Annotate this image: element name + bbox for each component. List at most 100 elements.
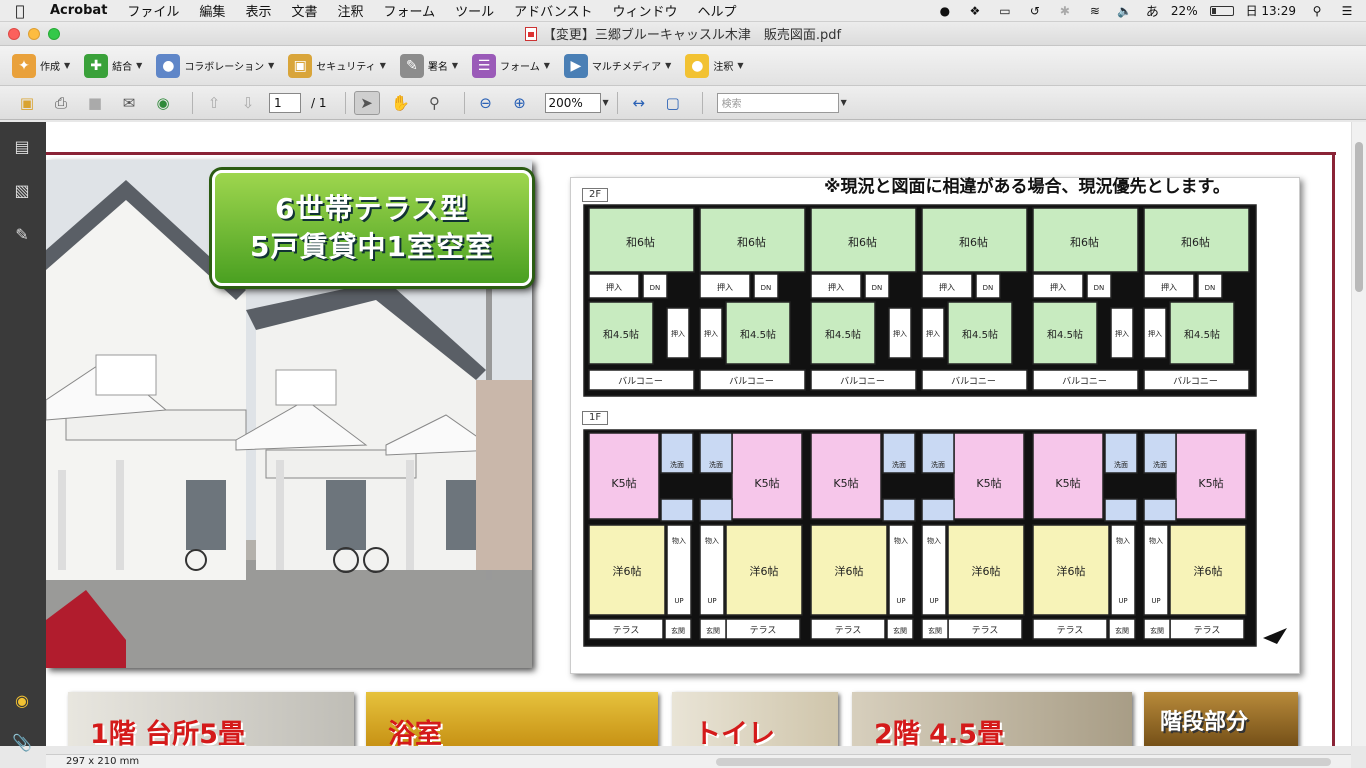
security-button[interactable]: ▣ セキュリティ ▼: [288, 53, 386, 78]
save-icon[interactable]: ■: [82, 91, 108, 115]
room-1f-genkan-label: 玄関: [893, 626, 907, 635]
spotlight-search-icon[interactable]: ⚲: [1308, 4, 1326, 18]
airplay-icon[interactable]: ▭: [996, 4, 1014, 18]
room-1f-monoire-label: 物入: [1116, 536, 1130, 545]
room-1f-genkan-label: 玄関: [1115, 626, 1129, 635]
menu-help[interactable]: ヘルプ: [688, 1, 747, 20]
menu-forms[interactable]: フォーム: [373, 1, 445, 20]
thumb-toilet-label: トイレ: [694, 719, 775, 746]
room-2f-wa45-label: 和4.5帖: [603, 328, 639, 341]
page-frame-top: [46, 152, 1336, 155]
room-2f-oshiire-label: 押入: [1161, 282, 1177, 292]
vertical-scroll-thumb[interactable]: [1355, 142, 1363, 292]
battery-icon[interactable]: [1209, 5, 1234, 16]
room-1f-up-label: UP: [929, 597, 938, 605]
navigation-pane: ▤ ▧ ✎ ◉ 📎: [0, 122, 46, 752]
room-1f-bath: [1143, 498, 1177, 522]
create-button[interactable]: ✦ 作成 ▼: [12, 53, 70, 78]
room-2f-wa6-label: 和6帖: [1070, 236, 1099, 249]
room-2f-balcony-label: バルコニー: [1062, 376, 1107, 387]
room-2f-wa45-label: 和4.5帖: [740, 328, 776, 341]
banner-line1: 6世帯テラス型: [275, 192, 469, 225]
menu-document[interactable]: 文書: [281, 1, 327, 20]
document-page[interactable]: 6世帯テラス型 5戸賃貸中1室空室 和6帖 押入 DN 和4.5帖 押入 バルコニー K5帖…: [46, 122, 1351, 746]
print-icon[interactable]: ⎙: [48, 91, 74, 115]
sign-button[interactable]: ✎ 署名 ▼: [399, 53, 458, 78]
menu-comments[interactable]: 注釈: [327, 1, 373, 20]
open-folder-icon[interactable]: ▣: [14, 91, 40, 115]
menu-tools[interactable]: ツール: [445, 1, 504, 20]
minimize-window-button[interactable]: [28, 28, 40, 40]
room-2f-closet-label: 押入: [893, 329, 907, 338]
hand-tool-icon[interactable]: ✋: [388, 91, 414, 115]
previous-page-icon[interactable]: ⇧: [201, 91, 227, 115]
comment-bubble-icon: ●: [685, 53, 710, 78]
ime-indicator[interactable]: あ: [1146, 1, 1159, 20]
room-2f-dn-label: DN: [761, 284, 772, 292]
collaboration-icon: ●: [156, 53, 181, 78]
bookmarks-panel-icon[interactable]: ▧: [10, 178, 34, 202]
menu-window[interactable]: ウィンドウ: [603, 1, 688, 20]
thumb-bath-label: 浴室: [388, 719, 442, 746]
bluetooth-icon[interactable]: ✱: [1056, 4, 1074, 18]
menu-advanced[interactable]: アドバンスト: [504, 1, 602, 20]
thumb-stairs-label: 階段部分: [1160, 710, 1249, 735]
room-1f-up-label: UP: [896, 597, 905, 605]
pages-panel-icon[interactable]: ▤: [10, 134, 34, 158]
combine-button[interactable]: ✚ 結合 ▼: [84, 53, 142, 78]
multimedia-icon: ▶: [563, 53, 588, 78]
search-input[interactable]: 検索: [716, 92, 839, 113]
room-1f-monoire-label: 物入: [705, 536, 719, 545]
room-2f-dn-label: DN: [1205, 284, 1216, 292]
room-1f-terrace-label: テラス: [972, 625, 999, 636]
room-1f-monoire-label: 物入: [927, 536, 941, 545]
attachments-panel-icon[interactable]: 📎: [10, 730, 34, 754]
fit-page-icon[interactable]: ▢: [660, 91, 686, 115]
select-tool-icon[interactable]: ➤: [353, 90, 380, 115]
apple-menu-icon[interactable]: : [0, 2, 40, 20]
next-page-icon[interactable]: ⇩: [235, 91, 261, 115]
room-2f-oshiire-label: 押入: [1050, 282, 1066, 292]
menubar-clock[interactable]: 日 13:29: [1246, 2, 1296, 19]
web-icon[interactable]: ◉: [150, 91, 176, 115]
close-window-button[interactable]: [8, 28, 20, 40]
collaboration-button[interactable]: ● コラボレーション ▼: [156, 53, 274, 78]
multimedia-button[interactable]: ▶ マルチメディア ▼: [563, 53, 671, 78]
horizontal-scroll-thumb[interactable]: [716, 757, 1331, 766]
window-titlebar[interactable]: 【変更】三郷ブルーキャッスル木津 販売図面.pdf: [0, 22, 1366, 46]
room-1f-kitchen-label: K5帖: [1198, 477, 1223, 490]
email-icon[interactable]: ✉: [116, 91, 142, 115]
signatures-panel-icon[interactable]: ✎: [10, 222, 34, 246]
menu-view[interactable]: 表示: [235, 1, 281, 20]
room-1f-kitchen-label: K5帖: [611, 477, 636, 490]
room-1f-wash-label: 洗面: [709, 460, 723, 469]
notification-center-icon[interactable]: ☰: [1338, 4, 1356, 18]
vertical-scrollbar[interactable]: [1351, 122, 1366, 746]
forms-button[interactable]: ☰ フォーム ▼: [472, 53, 550, 78]
comment-button[interactable]: ● 注釈 ▼: [685, 53, 743, 78]
thumb-stairs: 階段部分: [1144, 692, 1298, 746]
forms-icon: ☰: [472, 53, 496, 78]
marquee-zoom-icon[interactable]: ⚲: [422, 91, 448, 115]
room-2f-balcony-label: バルコニー: [729, 376, 774, 387]
search-dropdown-icon[interactable]: ▼: [841, 98, 847, 107]
zoom-in-icon[interactable]: ⊕: [507, 91, 533, 115]
menu-edit[interactable]: 編集: [189, 1, 235, 20]
menu-app-name[interactable]: Acrobat: [40, 3, 117, 18]
menu-file[interactable]: ファイル: [117, 1, 189, 20]
zoom-window-button[interactable]: [48, 28, 60, 40]
volume-icon[interactable]: 🔈: [1116, 4, 1134, 18]
room-1f-up-label: UP: [1151, 597, 1160, 605]
comments-panel-icon[interactable]: ◉: [10, 688, 34, 712]
alien-status-icon[interactable]: ●: [936, 4, 954, 18]
wifi-icon[interactable]: ≋: [1086, 4, 1104, 18]
zoom-dropdown-icon[interactable]: ▼: [603, 98, 609, 107]
zoom-out-icon[interactable]: ⊖: [473, 91, 499, 115]
fit-width-icon[interactable]: ↔: [626, 91, 652, 115]
dropbox-icon[interactable]: ❖: [966, 4, 984, 18]
zoom-level-select[interactable]: 200%: [544, 92, 601, 113]
room-2f-closet-label: 押入: [1115, 329, 1129, 338]
page-number-input[interactable]: 1: [269, 92, 301, 113]
room-1f-you6-label: 洋6帖: [1057, 564, 1086, 578]
time-machine-icon[interactable]: ↺: [1026, 4, 1044, 18]
